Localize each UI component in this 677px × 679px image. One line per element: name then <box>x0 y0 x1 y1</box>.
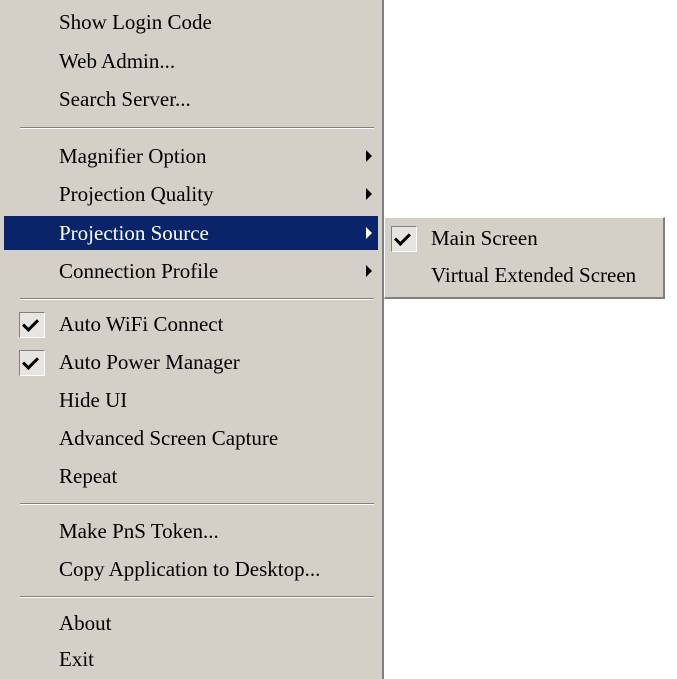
menu-item-label: Exit <box>59 646 94 671</box>
menu-item-magnifier-option[interactable]: Magnifier Option <box>4 139 378 173</box>
menu-separator <box>20 127 374 129</box>
context-menu: Show Login Code Web Admin... Search Serv… <box>0 0 384 679</box>
menu-item-repeat[interactable]: Repeat <box>4 459 378 493</box>
menu-item-label: Auto WiFi Connect <box>59 311 224 336</box>
projection-source-submenu: Main Screen Virtual Extended Screen <box>384 217 665 299</box>
menu-item-label: Repeat <box>59 463 118 488</box>
menu-item-about[interactable]: About <box>4 606 378 640</box>
menu-item-label: Connection Profile <box>59 258 219 283</box>
menu-item-copy-application[interactable]: Copy Application to Desktop... <box>4 552 378 586</box>
menu-item-label: Projection Quality <box>59 181 214 206</box>
submenu-item-virtual-extended-screen[interactable]: Virtual Extended Screen <box>387 258 661 294</box>
menu-item-auto-power-manager[interactable]: Auto Power Manager <box>4 345 378 379</box>
menu-item-label: Make PnS Token... <box>59 518 219 543</box>
submenu-item-label: Main Screen <box>431 226 538 250</box>
submenu-arrow-icon <box>366 265 372 277</box>
menu-item-label: Hide UI <box>59 387 128 412</box>
menu-separator <box>20 298 374 300</box>
menu-item-label: About <box>59 610 112 635</box>
checkmark-box <box>19 350 45 376</box>
menu-item-search-server[interactable]: Search Server... <box>4 82 378 116</box>
menu-separator <box>20 596 374 598</box>
menu-item-label: Projection Source <box>59 220 209 245</box>
menu-item-label: Web Admin... <box>59 48 176 73</box>
menu-item-label: Magnifier Option <box>59 143 207 168</box>
menu-item-advanced-screen-capture[interactable]: Advanced Screen Capture <box>4 421 378 455</box>
menu-item-label: Auto Power Manager <box>59 349 240 374</box>
menu-item-label: Search Server... <box>59 86 191 111</box>
menu-item-web-admin[interactable]: Web Admin... <box>4 44 378 78</box>
checkmark-box <box>391 226 417 252</box>
menu-item-label: Advanced Screen Capture <box>59 425 279 450</box>
menu-item-auto-wifi-connect[interactable]: Auto WiFi Connect <box>4 307 378 341</box>
menu-item-label: Show Login Code <box>59 9 212 34</box>
submenu-item-label: Virtual Extended Screen <box>431 263 637 287</box>
menu-item-hide-ui[interactable]: Hide UI <box>4 383 378 417</box>
menu-separator <box>20 503 374 505</box>
menu-item-make-pns-token[interactable]: Make PnS Token... <box>4 514 378 548</box>
menu-item-projection-source[interactable]: Projection Source <box>4 216 378 250</box>
menu-item-exit[interactable]: Exit <box>4 642 378 676</box>
checkmark-icon <box>22 315 39 332</box>
menu-item-connection-profile[interactable]: Connection Profile <box>4 254 378 288</box>
submenu-arrow-icon <box>366 150 372 162</box>
checkmark-box <box>19 312 45 338</box>
submenu-arrow-icon <box>366 188 372 200</box>
submenu-arrow-icon <box>366 227 372 239</box>
menu-item-projection-quality[interactable]: Projection Quality <box>4 177 378 211</box>
checkmark-icon <box>394 229 411 246</box>
menu-item-label: Copy Application to Desktop... <box>59 556 321 581</box>
menu-item-show-login-code[interactable]: Show Login Code <box>4 5 378 39</box>
submenu-item-main-screen[interactable]: Main Screen <box>387 221 661 257</box>
checkmark-icon <box>22 353 39 370</box>
